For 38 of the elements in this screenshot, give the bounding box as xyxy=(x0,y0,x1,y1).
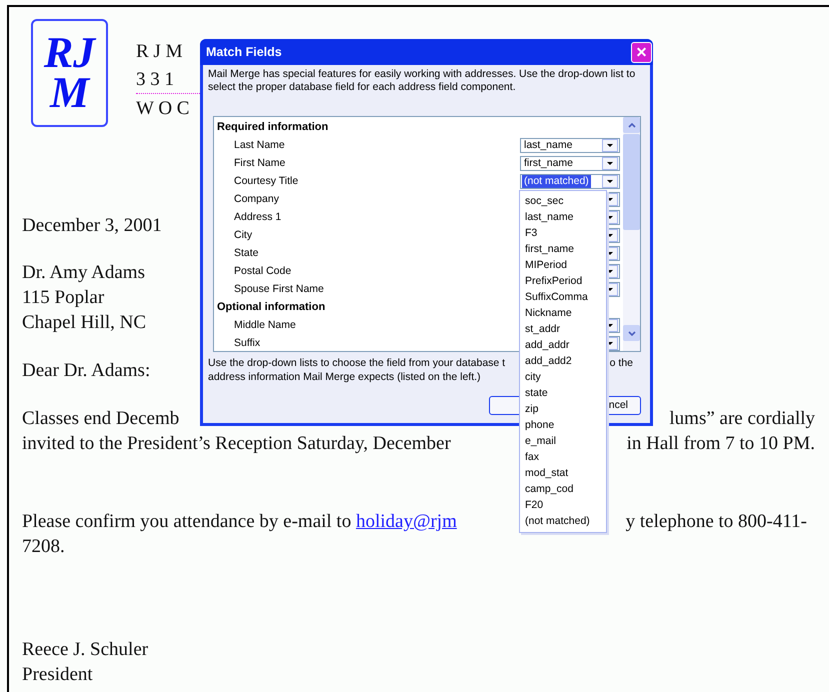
footer-text: address information Mail Merge expects (listed on the left.) xyxy=(208,370,481,384)
footer-text: o the xyxy=(610,356,633,370)
paragraph-text: Please confirm you attendance by e-mail to holiday@rjm xyxy=(22,510,457,534)
dialog-title: Match Fields xyxy=(206,44,282,61)
field-label: First Name xyxy=(234,156,286,171)
signature-line: President xyxy=(22,663,93,687)
combo-value: first_name xyxy=(523,156,574,170)
field-label: Spouse First Name xyxy=(234,282,324,297)
address-line: 115 Poplar xyxy=(22,286,104,310)
paragraph-text: Classes end Decemb xyxy=(22,407,180,431)
paragraph-text: lums” are cordially xyxy=(669,407,815,431)
field-label: State xyxy=(234,246,259,261)
section-heading: Optional information xyxy=(217,300,326,315)
combo-value: (not matched) xyxy=(522,174,591,188)
field-label: City xyxy=(234,228,252,243)
section-heading: Required information xyxy=(217,120,328,135)
dialog-description: Mail Merge has special features for easily working with addresses. Use the drop-down list to select the proper database field for each address field component. xyxy=(207,67,636,94)
field-label: Middle Name xyxy=(234,318,296,333)
letter-date: December 3, 2001 xyxy=(22,214,162,238)
field-label: Suffix xyxy=(234,336,260,351)
letterhead-text: R J M xyxy=(136,40,184,64)
paragraph-text: y telephone to 800-411- xyxy=(626,510,807,534)
logo: RJ M xyxy=(31,19,108,127)
footer-text: Use the drop-down lists to choose the field from your database t xyxy=(208,356,506,370)
paragraph-text: invited to the President’s Reception Saturday, December xyxy=(22,432,451,456)
signature-line: Reece J. Schuler xyxy=(22,638,148,662)
field-label: Postal Code xyxy=(234,264,292,279)
field-label: Address 1 xyxy=(234,210,282,225)
field-label: Last Name xyxy=(234,138,285,153)
paragraph-text: in Hall from 7 to 10 PM. xyxy=(626,432,815,456)
paragraph-text: 7208. xyxy=(22,535,65,559)
salutation: Dear Dr. Adams: xyxy=(22,359,150,383)
address-line: Dr. Amy Adams xyxy=(22,261,145,285)
combo-value: last_name xyxy=(523,138,574,152)
field-label: Courtesy Title xyxy=(234,174,298,189)
field-label: Company xyxy=(234,192,279,207)
address-line: Chapel Hill, NC xyxy=(22,311,146,335)
letterhead-text: W O C xyxy=(136,97,190,121)
